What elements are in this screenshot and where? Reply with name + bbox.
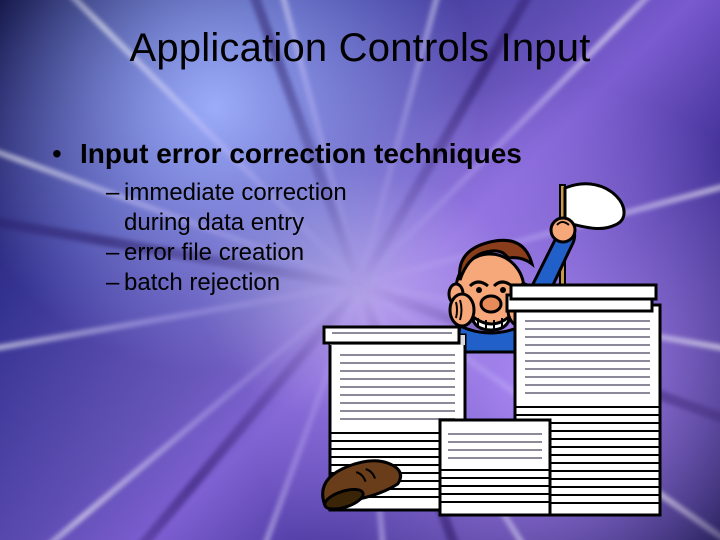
clipart-overwhelmed-worker-icon [310, 170, 690, 530]
slide-title: Application Controls Input [0, 26, 720, 71]
bullet-level1: Input error correction techniques [56, 138, 680, 170]
